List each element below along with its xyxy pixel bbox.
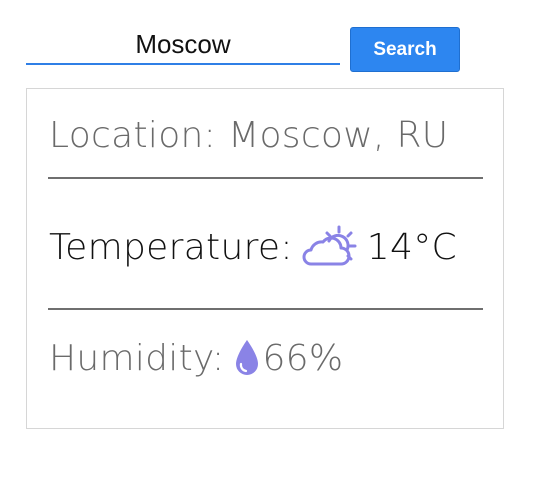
humidity-label: Humidity: [49,337,225,379]
weather-card: Location: Moscow, RU Temperature: 14 °C … [26,88,504,429]
search-button[interactable]: Search [350,27,460,72]
temperature-unit: °C [413,226,457,268]
location-row: Location: Moscow, RU [49,111,483,159]
temperature-row: Temperature: 14 °C [49,221,483,273]
partly-cloudy-icon [301,224,359,270]
search-input[interactable] [26,27,340,65]
humidity-row: Humidity: 66 % [49,334,483,382]
water-drop-icon [234,338,260,378]
location-label: Location: [49,114,217,156]
divider [48,177,483,179]
temperature-label: Temperature: [49,226,293,268]
divider [48,308,483,310]
temperature-value: 14 [366,226,414,268]
humidity-unit: % [308,337,344,379]
humidity-value: 66 [262,337,309,379]
location-value: Moscow, RU [228,114,449,156]
